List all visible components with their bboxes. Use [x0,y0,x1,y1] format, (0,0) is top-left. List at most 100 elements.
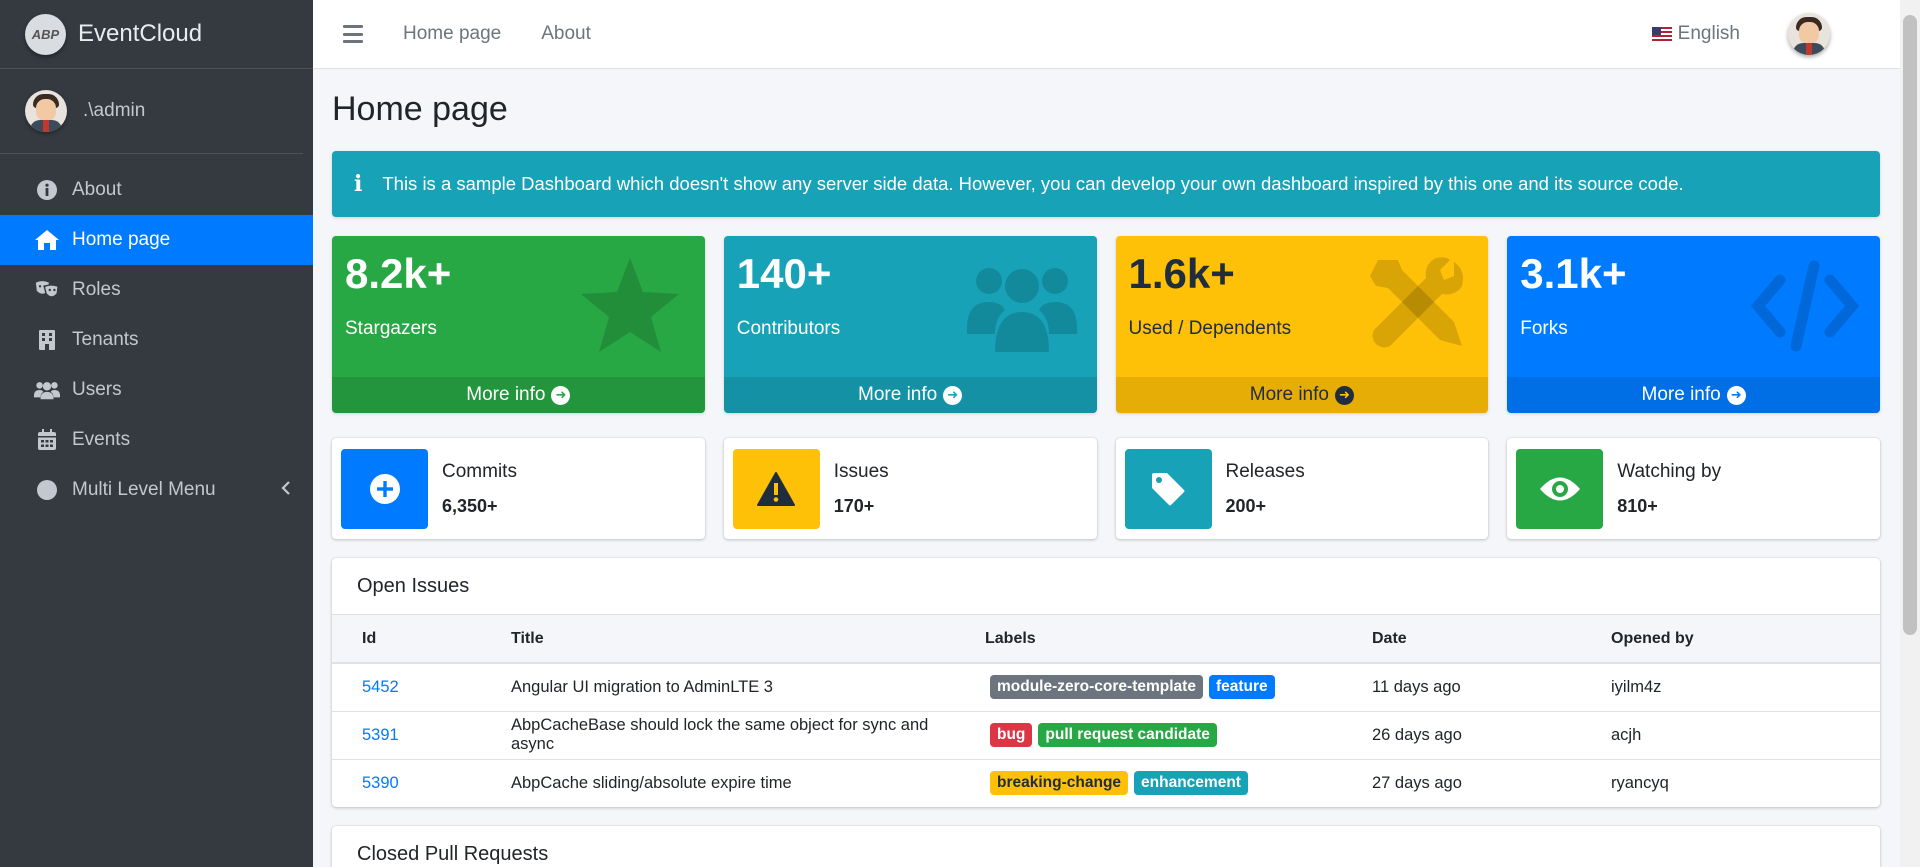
calendar-icon [34,427,60,453]
circle-icon [34,477,60,503]
scrollbar-thumb[interactable] [1903,15,1917,635]
users-icon [34,377,60,403]
building-icon [34,327,60,353]
sidebar-item-roles[interactable]: Roles [0,265,313,315]
callout-text: This is a sample Dashboard which doesn't… [382,173,1684,194]
label-badge: module-zero-core-template [990,675,1203,700]
more-info-link[interactable]: More info ➜ [1507,377,1880,413]
avatar [25,90,67,132]
page-scrollbar[interactable] [1900,0,1920,867]
issue-author: ryancyq [1611,773,1669,792]
user-panel[interactable]: .\admin [0,69,303,154]
sidebar-item-tenants[interactable]: Tenants [0,315,313,365]
info-circle-icon [34,177,60,203]
more-info-link[interactable]: More info ➜ [332,377,705,413]
info-box-label: Issues [833,460,889,482]
column-header: Labels [955,615,1342,664]
brand-logo: ABP [25,13,66,55]
code-icon [1750,260,1860,352]
card-title: Closed Pull Requests [357,843,549,865]
table-row: 5391 AbpCacheBase should lock the same o… [332,711,1880,760]
info-box-issues: Issues 170+ [723,438,1097,539]
stat-box-forks: 3.1k+ Forks More info ➜ [1507,236,1880,413]
stat-box-stargazers: 8.2k+ Stargazers More info ➜ [332,236,705,413]
card-title: Open Issues [332,558,1880,615]
info-box-label: Watching by [1617,460,1722,482]
issue-title: Angular UI migration to AdminLTE 3 [481,663,955,712]
label-badge: enhancement [1134,771,1248,796]
info-box-commits: Commits 6,350+ [332,438,705,539]
sidebar-item-multi-level-menu[interactable]: Multi Level Menu [0,465,313,515]
info-boxes-row: Commits 6,350+ Issues 170+ Releases 200+ Wa… [332,438,1880,539]
sidebar-item-users[interactable]: Users [0,365,313,415]
column-header: Opened by [1581,615,1880,664]
nav-link-home[interactable]: Home page [403,23,501,45]
page-title: Home page [332,90,508,128]
sidebar-item-label: Multi Level Menu [72,479,216,500]
tools-icon [1370,257,1464,348]
main-sidebar: ABP EventCloud .\admin About Home page R… [0,0,313,867]
issue-author: acjh [1581,711,1880,760]
stat-boxes-row: 8.2k+ Stargazers More info ➜ 140+ Contrib… [332,236,1880,413]
info-box-number: 200+ [1225,495,1267,516]
warning-icon [732,448,820,529]
main-content: Home page i This is a sample Dashboard w… [332,69,1880,867]
label-badge: breaking-change [990,771,1129,796]
label-badge: bug [990,723,1033,747]
sidebar-item-label: Roles [72,279,121,300]
sidebar-item-label: Events [72,429,131,450]
stat-label: Forks [1520,318,1568,339]
stat-box-contributors: 140+ Contributors More info ➜ [723,236,1097,413]
stat-label: Contributors [736,318,841,339]
sidebar-item-label: Tenants [72,329,139,350]
us-flag-icon [1651,27,1672,41]
info-box-watching: Watching by 810+ [1507,438,1880,539]
stat-value: 3.1k+ [1520,250,1627,297]
arrow-circle-right-icon: ➜ [1334,385,1354,405]
label-badge: feature [1208,675,1275,700]
home-icon [34,227,60,253]
stat-label: Used / Dependents [1128,318,1292,339]
nav-link-about[interactable]: About [541,23,591,45]
column-header: Date [1342,615,1581,664]
language-selector[interactable]: English [1651,23,1740,45]
brand-name: EventCloud [78,20,203,47]
tag-icon [1124,448,1212,529]
table-row: 5452 Angular UI migration to AdminLTE 3 … [332,663,1880,712]
issue-id-link[interactable]: 5390 [362,774,399,792]
open-issues-table: Id Title Labels Date Opened by 5452 Angu… [332,615,1880,807]
table-row: 5390 AbpCache sliding/absolute expire ti… [332,759,1880,807]
issue-author: iyilm4z [1581,663,1880,712]
user-menu-avatar[interactable] [1788,13,1830,55]
open-issues-card: Open Issues Id Title Labels Date Opened … [332,558,1880,807]
brand-link[interactable]: ABP EventCloud [0,0,313,69]
sidebar-item-about[interactable]: About [0,165,313,215]
sidebar-item-label: Home page [72,229,171,250]
arrow-circle-right-icon: ➜ [1726,385,1746,405]
sidebar-item-events[interactable]: Events [0,415,313,465]
info-box-number: 810+ [1617,495,1658,516]
chevron-left-icon [281,479,291,502]
info-box-label: Commits [442,460,517,482]
more-info-link[interactable]: More info ➜ [723,377,1097,413]
star-icon [580,258,679,352]
hamburger-menu-icon[interactable] [343,25,363,43]
stat-box-dependents: 1.6k+ Used / Dependents More info ➜ [1115,236,1489,413]
issue-id-link[interactable]: 5391 [362,726,399,744]
stat-label: Stargazers [345,318,437,339]
info-callout: i This is a sample Dashboard which doesn… [332,151,1880,217]
column-header: Title [481,615,955,664]
closed-prs-card: Closed Pull Requests [332,826,1880,867]
sidebar-item-home[interactable]: Home page [0,215,313,265]
arrow-circle-right-icon: ➜ [943,385,963,405]
more-info-link[interactable]: More info ➜ [1115,377,1489,413]
info-box-releases: Releases 200+ [1115,438,1489,539]
info-box-label: Releases [1225,460,1305,482]
issue-id-link[interactable]: 5452 [362,678,399,696]
info-box-number: 170+ [833,495,875,516]
users-icon [966,268,1077,352]
stat-value: 8.2k+ [345,250,452,297]
eye-icon [1516,448,1604,529]
plus-circle-icon [341,448,428,529]
info-icon: i [354,171,363,197]
